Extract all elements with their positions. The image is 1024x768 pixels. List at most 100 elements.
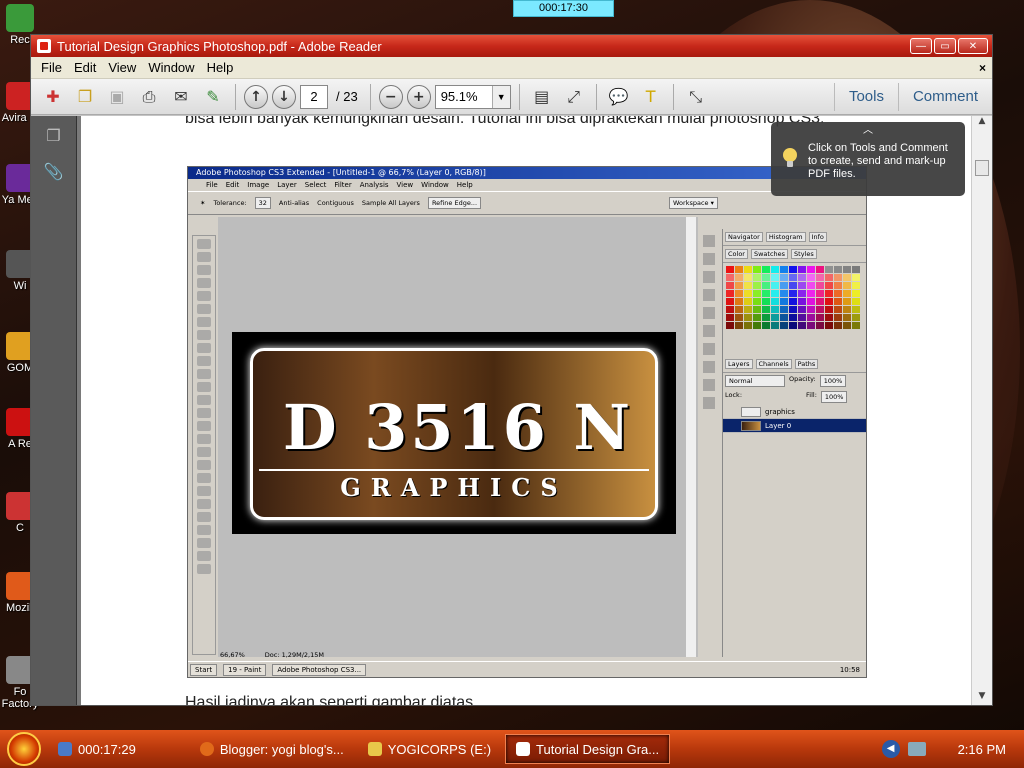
ps-swatch <box>780 322 788 329</box>
document-close-icon[interactable]: × <box>979 61 986 75</box>
ps-swatch <box>735 298 743 305</box>
ps-tool-icon <box>197 265 211 275</box>
zoom-in-icon[interactable]: + <box>406 84 431 109</box>
back-arrow-icon[interactable]: ◀ <box>881 740 900 758</box>
previous-page-icon[interactable]: ↑ <box>244 84 268 109</box>
comment-bubble-icon[interactable]: 💬 <box>605 83 633 111</box>
ps-swatch <box>807 282 815 289</box>
ps-swatch <box>771 274 779 281</box>
ps-tool-icon <box>197 343 211 353</box>
desktop-app-icon <box>6 4 34 32</box>
email-icon[interactable]: ✉ <box>167 83 195 111</box>
ps-menu-item: Help <box>456 181 473 189</box>
ps-swatch <box>780 314 788 321</box>
ps-swatch <box>798 266 806 273</box>
ps-swatch <box>726 314 734 321</box>
ps-swatch <box>789 266 797 273</box>
ps-refine-edge: Refine Edge... <box>427 197 482 209</box>
ps-swatch <box>753 290 761 297</box>
create-pdf-icon[interactable]: ✚ <box>39 83 67 111</box>
ps-swatch <box>816 282 824 289</box>
scroll-down-icon[interactable]: ▼ <box>972 691 992 705</box>
highlight-icon[interactable]: T <box>637 83 665 111</box>
taskbar-item-timer[interactable]: 000:17:29 <box>48 734 146 764</box>
save-icon[interactable]: ▣ <box>103 83 131 111</box>
minimize-button[interactable]: — <box>910 38 932 54</box>
menu-help[interactable]: Help <box>201 60 240 75</box>
toolbar-separator <box>595 83 597 110</box>
menu-window[interactable]: Window <box>142 60 200 75</box>
ps-swatch <box>735 322 743 329</box>
chevron-down-icon[interactable]: ▼ <box>491 85 510 108</box>
zoom-out-icon[interactable]: − <box>378 84 403 109</box>
taskbar-item-reader[interactable]: Tutorial Design Gra... <box>505 734 671 764</box>
menu-view[interactable]: View <box>102 60 142 75</box>
sign-icon[interactable]: ✎ <box>199 83 227 111</box>
ps-swatch <box>780 298 788 305</box>
tools-button[interactable]: Tools <box>833 82 898 111</box>
zoom-select[interactable]: 95.1% ▼ <box>434 84 511 109</box>
ps-canvas-area: D 3516 N GRAPHICS <box>218 217 698 657</box>
scroll-up-icon[interactable]: ▲ <box>972 116 992 130</box>
ps-swatch <box>753 298 761 305</box>
ps-status-zoom: 66,67% <box>220 651 245 659</box>
window-controls: — ▭ ✕ <box>910 38 988 54</box>
pages-icon[interactable]: ❐ <box>43 126 65 148</box>
ps-blend-row: Normal Opacity: 100% <box>723 373 866 389</box>
ps-swatch <box>762 306 770 313</box>
ps-fill-value: 100% <box>820 391 848 403</box>
maximize-button[interactable]: ▭ <box>934 38 956 54</box>
ps-tolerance-label: Tolerance: <box>213 199 247 207</box>
ps-antialias: Anti-alias <box>278 199 310 207</box>
tooltip-text: Click on Tools and Comment to create, se… <box>808 142 948 180</box>
start-button[interactable] <box>0 730 48 768</box>
system-clock[interactable]: 2:16 PM <box>958 742 1006 757</box>
ps-swatch <box>834 266 842 273</box>
next-page-icon[interactable]: ↓ <box>272 84 296 109</box>
ps-tool-icon <box>197 356 211 366</box>
ps-swatch <box>816 274 824 281</box>
comment-button[interactable]: Comment <box>897 82 992 111</box>
ps-tool-icon <box>197 447 211 457</box>
ps-lock-row: Lock: Fill: 100% <box>723 389 866 405</box>
lightbulb-icon <box>783 148 797 167</box>
computer-icon <box>58 742 72 756</box>
ps-swatch <box>807 314 815 321</box>
ps-swatch <box>825 282 833 289</box>
ps-swatch <box>726 274 734 281</box>
ps-tab-color: Color <box>725 249 748 259</box>
ps-tab-navigator: Navigator <box>725 232 763 242</box>
print-icon[interactable]: ⎙ <box>135 83 163 111</box>
ps-swatch <box>753 314 761 321</box>
open-file-icon[interactable]: ❐ <box>71 83 99 111</box>
ps-tool-icon <box>197 434 211 444</box>
chevron-up-icon[interactable]: ︿ <box>863 124 873 137</box>
ps-menu-item: Analysis <box>359 181 389 189</box>
attachment-icon[interactable]: 📎 <box>43 162 65 184</box>
menu-edit[interactable]: Edit <box>68 60 102 75</box>
ps-swatch <box>852 266 860 273</box>
window-title: Tutorial Design Graphics Photoshop.pdf -… <box>57 38 382 54</box>
page-number-input[interactable]: 2 <box>300 84 328 109</box>
ps-swatch <box>780 306 788 313</box>
close-button[interactable]: ✕ <box>958 38 988 54</box>
network-icon[interactable] <box>907 742 926 756</box>
ps-swatch <box>816 322 824 329</box>
ps-swatch <box>762 274 770 281</box>
scroll-thumb[interactable] <box>975 160 989 176</box>
taskbar-item-folder[interactable]: YOGICORPS (E:) <box>358 734 501 764</box>
fit-width-icon[interactable]: ⤢ <box>560 83 588 111</box>
vertical-scrollbar[interactable]: ▲ ▼ <box>971 116 992 705</box>
ps-taskbar: Start 19 - Paint Adobe Photoshop CS3... … <box>188 661 866 677</box>
expand-icon[interactable]: ⤡ <box>682 83 710 111</box>
zoom-value: 95.1% <box>440 89 478 104</box>
ps-swatch <box>762 322 770 329</box>
title-bar: Tutorial Design Graphics Photoshop.pdf -… <box>31 35 992 57</box>
ps-swatch <box>753 282 761 289</box>
ps-swatch <box>753 274 761 281</box>
ps-swatch <box>780 266 788 273</box>
menu-file[interactable]: File <box>35 60 68 75</box>
taskbar-item-firefox[interactable]: Blogger: yogi blog's... <box>190 734 354 764</box>
ps-start: Start <box>190 663 218 676</box>
fit-page-icon[interactable]: ▤ <box>528 83 556 111</box>
